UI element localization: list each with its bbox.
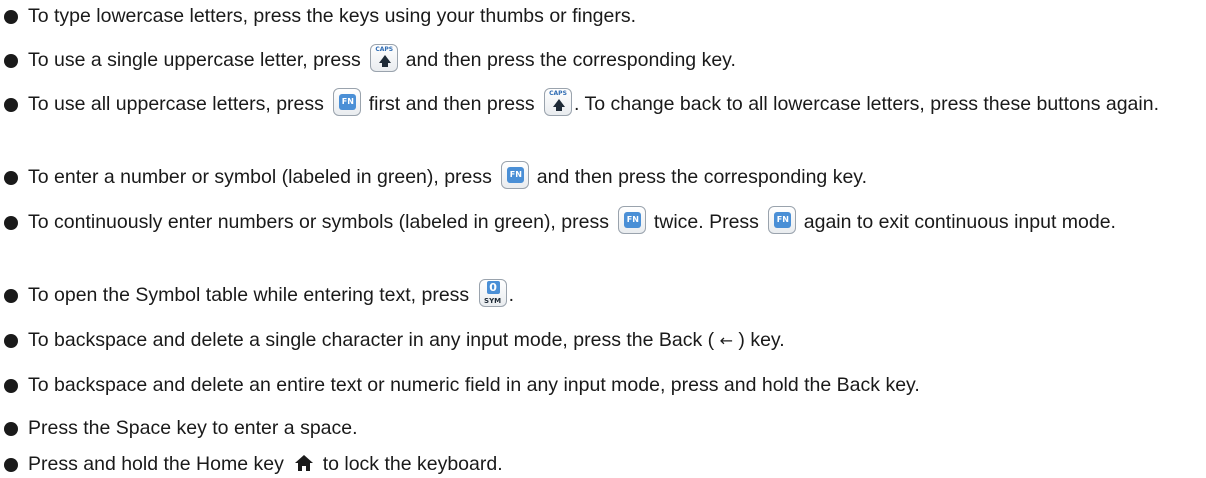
caps-key-icon: CAPS: [370, 43, 399, 72]
sym-key-icon: 0 SYM: [478, 278, 507, 307]
fn-key-icon: FN: [618, 205, 647, 234]
fn-key-icon: FN: [333, 87, 362, 116]
item-text: ) key.: [738, 329, 785, 351]
list-item: To type lowercase letters, press the key…: [4, 4, 1200, 29]
bullet-dot: [4, 289, 18, 303]
item-text: To use all uppercase letters, press: [28, 93, 324, 115]
fn-key-label: FN: [507, 166, 525, 183]
list-item: To open the Symbol table while entering …: [4, 278, 1200, 308]
sym-key-digit: 0: [486, 280, 500, 294]
item-text: To backspace and delete a single charact…: [28, 329, 654, 351]
bullet-dot: [4, 10, 18, 24]
item-text: to lock the keyboard.: [322, 453, 503, 475]
item-text: To use a single uppercase letter, press: [28, 49, 361, 71]
list-item: To backspace and delete a single charact…: [4, 328, 1200, 353]
home-icon: [295, 454, 314, 471]
bullet-dot: [4, 98, 18, 112]
bullet-dot: [4, 216, 18, 230]
item-text: To type lowercase letters, press the key…: [28, 5, 637, 27]
bullet-dot: [4, 334, 18, 348]
item-text: and then press the corresponding key.: [405, 49, 736, 71]
list-item: To use a single uppercase letter, press …: [4, 43, 1200, 73]
item-text: Press and hold the: [28, 453, 191, 475]
bullet-dot: [4, 54, 18, 68]
list-item: Press the Space key to enter a space.: [4, 416, 1200, 441]
item-text: key.: [885, 374, 920, 396]
fn-key-icon: FN: [501, 160, 530, 189]
item-text: first and then press: [368, 93, 535, 115]
item-text: .: [508, 284, 515, 306]
list-item: To backspace and delete an entire text o…: [4, 373, 1200, 398]
item-text: To continuously enter numbers or symbols…: [28, 211, 609, 233]
item-text: again to exit continuous input mode.: [803, 211, 1116, 233]
back-arrow-icon: ←: [719, 331, 733, 350]
back-key-label: Back: [836, 374, 881, 396]
home-key-label: Home: [196, 453, 249, 475]
instruction-list: To type lowercase letters, press the key…: [0, 0, 1206, 478]
list-item: Press and hold the Home key to lock the …: [4, 452, 1200, 477]
item-text: . To change back to all lowercase letter…: [574, 93, 1159, 115]
item-text: (: [707, 329, 715, 351]
list-item: To continuously enter numbers or symbols…: [4, 205, 1200, 235]
bullet-dot: [4, 171, 18, 185]
fn-key-icon: FN: [768, 205, 797, 234]
sym-key-label: SYM: [484, 296, 502, 305]
item-text: key: [253, 453, 284, 475]
bullet-dot: [4, 458, 18, 472]
bullet-dot: [4, 422, 18, 436]
item-text: To open the Symbol table while entering …: [28, 284, 470, 306]
caps-key-label: CAPS: [549, 89, 567, 97]
bullet-dot: [4, 379, 18, 393]
list-item: To use all uppercase letters, press FN f…: [4, 87, 1200, 117]
list-item: To enter a number or symbol (labeled in …: [4, 160, 1200, 190]
caps-key-icon: CAPS: [544, 87, 573, 116]
caps-key-label: CAPS: [375, 45, 394, 53]
fn-key-label: FN: [774, 211, 792, 228]
item-text: Press the Space key to enter a space.: [28, 417, 358, 439]
fn-key-label: FN: [339, 93, 357, 110]
back-key-label: Back: [658, 329, 703, 351]
fn-key-label: FN: [624, 211, 642, 228]
item-text: To backspace and delete an entire text o…: [28, 374, 832, 396]
item-text: twice. Press: [653, 211, 759, 233]
item-text: To enter a number or symbol (labeled in …: [28, 166, 492, 188]
item-text: and then press the corresponding key.: [536, 166, 868, 188]
